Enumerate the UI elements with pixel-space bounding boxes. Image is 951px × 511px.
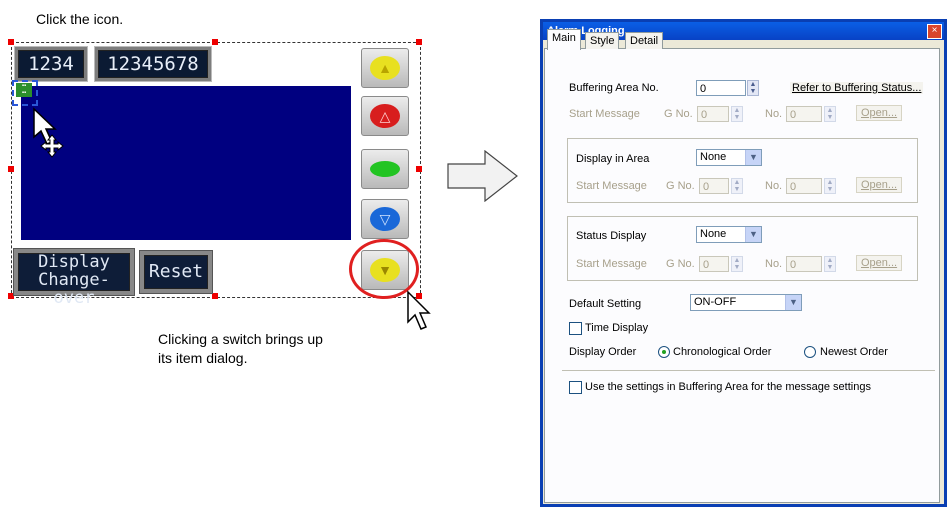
open-button[interactable]: Open...: [856, 105, 903, 121]
tab-main[interactable]: Main: [547, 29, 581, 50]
chevron-down-icon[interactable]: ▼: [785, 295, 801, 310]
display-button-line1: Display: [38, 252, 110, 272]
selection-handle[interactable]: [416, 39, 422, 45]
start-message-label: Start Message: [576, 180, 647, 192]
display-button-line2: Change-over: [38, 270, 110, 308]
status-display-value: None: [700, 228, 727, 240]
lamp-switch-2[interactable]: △: [361, 96, 409, 136]
g-no-input[interactable]: 0: [699, 256, 729, 272]
display-in-area-value: None: [700, 151, 727, 163]
lamp-switch-1[interactable]: ▲: [361, 48, 409, 88]
no-input[interactable]: 0: [786, 256, 822, 272]
no-spinner[interactable]: ▲ ▼: [824, 178, 836, 194]
status-display-label: Status Display: [576, 230, 647, 242]
selection-handle[interactable]: [212, 39, 218, 45]
display-in-area-select[interactable]: None ▼: [696, 149, 762, 166]
open-button[interactable]: Open...: [856, 177, 903, 193]
up-arrow-icon: △: [370, 104, 400, 128]
buffering-area-input[interactable]: 0: [696, 80, 746, 96]
chronological-order-label: Chronological Order: [673, 346, 772, 358]
g-no-spinner[interactable]: ▲ ▼: [731, 256, 743, 272]
no-label: No.: [765, 180, 783, 192]
default-setting-select[interactable]: ON-OFF ▼: [690, 294, 802, 311]
default-setting-value: ON-OFF: [694, 296, 737, 308]
display-change-over-button[interactable]: Display Change-over: [14, 249, 134, 307]
no-spinner[interactable]: ▲ ▼: [824, 106, 836, 122]
reset-button[interactable]: Reset: [140, 251, 212, 293]
selection-handle[interactable]: [416, 166, 422, 172]
status-display-select[interactable]: None ▼: [696, 226, 762, 243]
start-message-label: Start Message: [576, 258, 647, 270]
close-icon[interactable]: ×: [927, 24, 942, 39]
chronological-order-radio[interactable]: [658, 346, 670, 358]
g-no-label: G No.: [666, 258, 695, 270]
pointer-cursor-icon: [407, 290, 431, 330]
no-input[interactable]: 0: [786, 106, 822, 122]
alarm-logging-icon[interactable]: ▪▪ ▪▪: [16, 83, 32, 97]
g-no-spinner[interactable]: ▲ ▼: [731, 106, 743, 122]
chevron-down-icon[interactable]: ▼: [745, 227, 761, 242]
caption-text: Clicking a switch brings up its item dia…: [158, 330, 323, 368]
use-buffering-settings-checkbox[interactable]: [569, 381, 582, 394]
no-label: No.: [765, 258, 783, 270]
buffering-area-spinner[interactable]: ▲ ▼: [747, 80, 759, 96]
newest-order-radio[interactable]: [804, 346, 816, 358]
instruction-text: Click the icon.: [36, 11, 124, 27]
g-no-label: G No.: [666, 180, 695, 192]
right-arrow-icon: [447, 150, 518, 202]
g-no-input[interactable]: 0: [697, 106, 729, 122]
green-lamp-icon: [370, 161, 400, 177]
default-setting-label: Default Setting: [569, 298, 642, 310]
buffering-area-label: Buffering Area No.: [569, 82, 659, 94]
use-buffering-settings-label: Use the settings in Buffering Area for t…: [585, 381, 871, 393]
selection-handle[interactable]: [8, 39, 14, 45]
g-no-input[interactable]: 0: [699, 178, 729, 194]
numeric-display-1[interactable]: 1234: [15, 47, 87, 81]
no-input[interactable]: 0: [786, 178, 822, 194]
display-order-label: Display Order: [569, 346, 637, 358]
tab-style[interactable]: Style: [585, 32, 620, 49]
selection-handle[interactable]: [212, 293, 218, 299]
lamp-switch-3[interactable]: [361, 149, 409, 189]
caption-line-1: Clicking a switch brings up: [158, 331, 323, 347]
mouse-cursor-icon: [33, 107, 64, 158]
start-message-label: Start Message: [569, 108, 640, 120]
up-double-arrow-icon: ▲: [370, 56, 400, 80]
no-label: No.: [765, 108, 783, 120]
time-display-label: Time Display: [585, 322, 649, 334]
newest-order-label: Newest Order: [820, 346, 888, 358]
g-no-label: G No.: [664, 108, 693, 120]
g-no-spinner[interactable]: ▲ ▼: [731, 178, 743, 194]
numeric-display-2[interactable]: 12345678: [95, 47, 211, 81]
alarm-logging-area[interactable]: [21, 86, 351, 240]
selection-handle[interactable]: [8, 166, 14, 172]
caption-line-2: its item dialog.: [158, 350, 248, 366]
down-arrow-icon: ▽: [370, 207, 400, 231]
tab-detail[interactable]: Detail: [625, 32, 664, 49]
no-spinner[interactable]: ▲ ▼: [824, 256, 836, 272]
time-display-checkbox[interactable]: [569, 322, 582, 335]
chevron-down-icon[interactable]: ▼: [745, 150, 761, 165]
refer-buffering-status-link[interactable]: Refer to Buffering Status...: [790, 82, 924, 94]
lamp-switch-4[interactable]: ▽: [361, 199, 409, 239]
display-in-area-label: Display in Area: [576, 153, 650, 165]
open-button[interactable]: Open...: [856, 255, 903, 271]
separator: [562, 370, 935, 371]
